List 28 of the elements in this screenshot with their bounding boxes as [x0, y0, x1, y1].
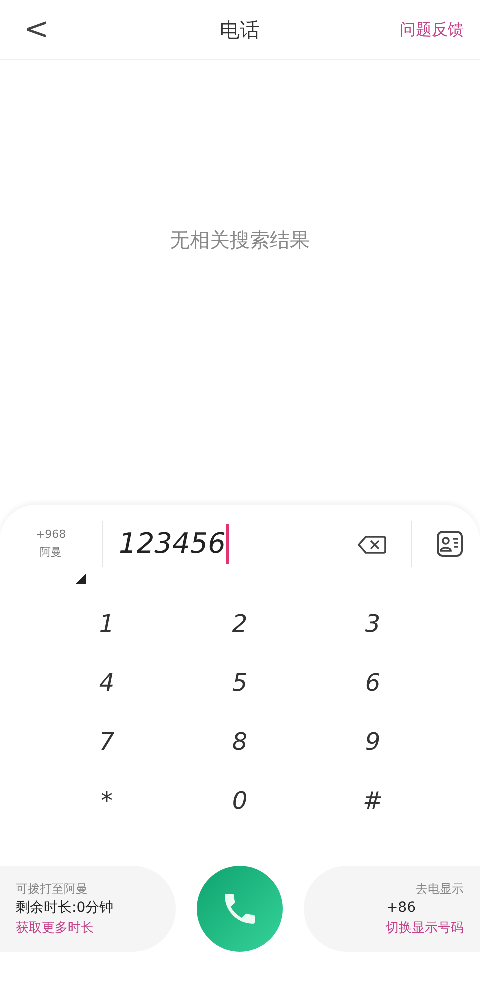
- country-name: 阿曼: [40, 545, 62, 561]
- dial-key[interactable]: 2: [190, 599, 290, 649]
- caller-id-number: +86: [386, 898, 416, 918]
- caller-id-title: 去电显示: [416, 880, 464, 898]
- dial-key[interactable]: 7: [57, 717, 157, 767]
- remaining-minutes: 剩余时长:0分钟: [16, 898, 115, 918]
- country-code: +968: [36, 527, 66, 544]
- destination-label: 可拨打至阿曼: [16, 880, 89, 898]
- dial-key[interactable]: #: [323, 776, 423, 826]
- dropdown-caret-icon: [76, 574, 86, 584]
- dial-key[interactable]: 8: [190, 717, 290, 767]
- feedback-link[interactable]: 问题反馈: [400, 18, 464, 42]
- number-input-field[interactable]: 123456: [119, 523, 357, 565]
- back-button[interactable]: <: [16, 14, 58, 44]
- get-more-minutes-link[interactable]: 获取更多时长: [16, 918, 176, 938]
- country-selector[interactable]: +968 阿曼: [36, 526, 66, 562]
- switch-number-link[interactable]: 切换显示号码: [386, 918, 464, 938]
- dial-key[interactable]: *: [57, 776, 157, 826]
- dial-key[interactable]: 5: [190, 658, 290, 708]
- contacts-button[interactable]: [436, 530, 464, 558]
- dial-key[interactable]: 4: [57, 658, 157, 708]
- dial-key[interactable]: 9: [323, 717, 423, 767]
- empty-result-message: 无相关搜索结果: [170, 227, 310, 254]
- dial-key[interactable]: 1: [57, 599, 157, 649]
- dial-key[interactable]: 6: [323, 658, 423, 708]
- page-title: 电话: [220, 16, 260, 44]
- dial-key[interactable]: 0: [190, 776, 290, 826]
- dial-key[interactable]: 3: [323, 599, 423, 649]
